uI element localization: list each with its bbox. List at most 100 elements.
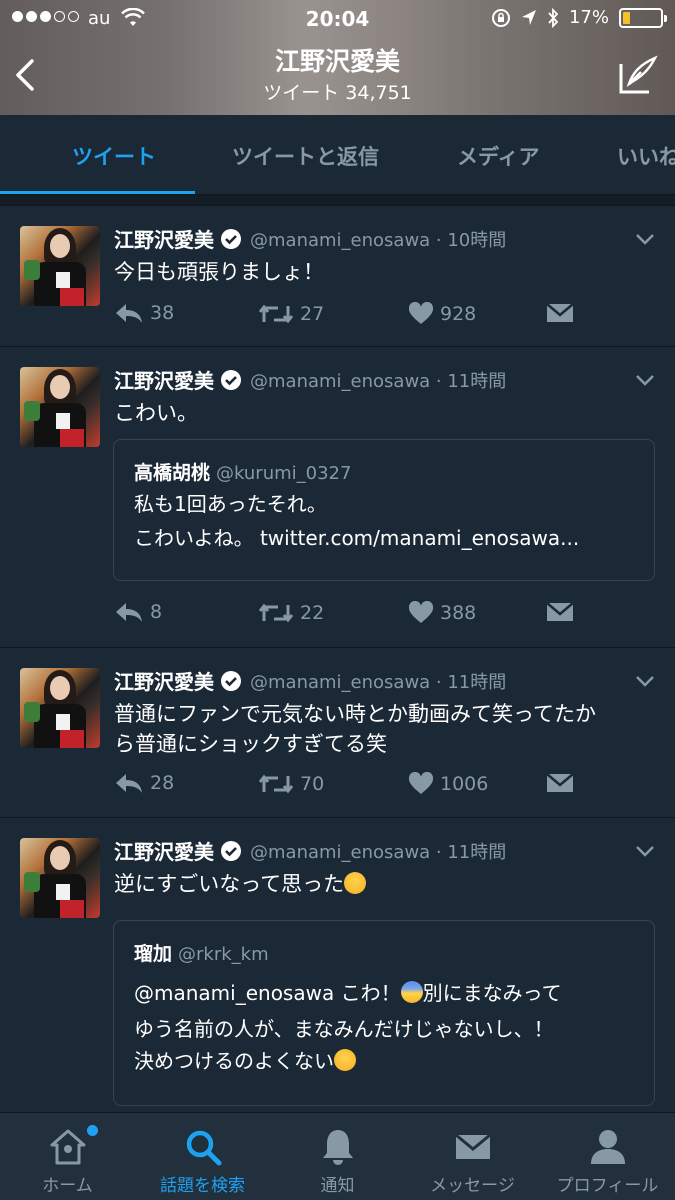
tweet-count: ツイート 34,751 (263, 82, 412, 104)
direct-message-button[interactable] (546, 772, 574, 794)
retweet-button[interactable]: 27 (258, 302, 324, 326)
tweet-actions: 38 27 928 (114, 302, 584, 332)
avatar[interactable] (20, 668, 100, 748)
reply-icon (116, 774, 142, 793)
avatar[interactable] (20, 367, 100, 447)
like-button[interactable]: 928 (408, 302, 476, 326)
tweet[interactable]: 江野沢愛美 @manami_enosawa · 10時間 今日も頑張りましょ！ … (0, 205, 675, 346)
direct-message-button[interactable] (546, 601, 574, 623)
retweet-count: 27 (300, 303, 325, 325)
quoted-author-name: 瑠加 (134, 943, 173, 965)
like-count: 1006 (440, 773, 489, 795)
tweet-author-name[interactable]: 江野沢愛美 (114, 365, 214, 394)
direct-message-button[interactable] (546, 302, 574, 324)
reply-icon (116, 304, 142, 323)
tweet-text: こわい。 (114, 401, 198, 425)
reply-count: 38 (150, 302, 175, 324)
retweet-button[interactable]: 70 (258, 772, 324, 796)
envelope-icon (546, 602, 574, 621)
bottom-tab-bar: ホーム 話題を検索 通知 メッセージ プロフィール (0, 1112, 675, 1200)
like-button[interactable]: 388 (408, 601, 476, 625)
tweet[interactable]: 江野沢愛美 @manami_enosawa · 11時間 逆にすごいなって思った… (0, 817, 675, 1112)
avatar[interactable] (20, 838, 100, 918)
quoted-handle: @kurumi_0327 (216, 463, 352, 484)
quoted-text-line: こわいよね。 twitter.com/manami_enosawa... (134, 526, 580, 550)
retweet-button[interactable]: 22 (258, 601, 324, 625)
like-count: 928 (440, 303, 477, 325)
tab-notifications[interactable]: 通知 (270, 1113, 405, 1200)
verified-badge-icon (221, 369, 241, 390)
battery-percent: 17% (568, 7, 609, 28)
reply-icon (116, 603, 142, 622)
reply-button[interactable]: 8 (114, 601, 162, 623)
tweet-text-line: 普通にファンで元気ない時とか動画みて笑ってたか (114, 702, 596, 726)
reply-count: 8 (150, 601, 163, 623)
tweet-handle-time: @manami_enosawa · 10時間 (250, 229, 507, 251)
tweet-handle-time: @manami_enosawa · 11時間 (250, 671, 507, 693)
tab-messages[interactable]: メッセージ (405, 1113, 540, 1200)
tab-tweets[interactable]: ツイート (72, 141, 156, 171)
tab-home[interactable]: ホーム (0, 1113, 135, 1200)
tweet-text: 逆にすごいなって思った (114, 872, 345, 896)
tab-messages-label: メッセージ (430, 1176, 515, 1196)
chevron-down-icon[interactable] (635, 232, 655, 246)
verified-badge-icon (221, 670, 241, 691)
chevron-down-icon[interactable] (635, 844, 655, 858)
heart-icon (408, 601, 434, 623)
fearful-face-icon (400, 981, 423, 1003)
retweet-icon (258, 603, 294, 623)
like-count: 388 (440, 602, 477, 624)
tab-profile-label: プロフィール (556, 1176, 659, 1196)
profile-icon (590, 1130, 625, 1164)
tweet-author-name[interactable]: 江野沢愛美 (114, 224, 214, 253)
tab-media[interactable]: メディア (457, 141, 540, 171)
battery-icon (619, 7, 667, 28)
heart-icon (408, 302, 434, 324)
compose-tweet-icon[interactable] (617, 54, 659, 96)
quoted-text-line: 決めつけるのよくない (134, 1049, 334, 1073)
tweet-text-line: ら普通にショックすぎてる笑 (114, 732, 387, 756)
status-bar: au 20:04 17% (0, 0, 675, 38)
tab-notifications-label: 通知 (320, 1176, 355, 1196)
avatar[interactable] (20, 226, 100, 306)
tweet-author-name[interactable]: 江野沢愛美 (114, 666, 214, 695)
tab-likes[interactable]: いいね (617, 141, 675, 171)
verified-badge-icon (221, 840, 241, 861)
tweet-author-name[interactable]: 江野沢愛美 (114, 836, 214, 865)
quoted-text-line: ゆう名前の人が、まなみんだけじゃないし、！ (134, 1017, 554, 1041)
quoted-text-line: 別にまなみって (422, 981, 562, 1005)
tab-tweets-and-replies[interactable]: ツイートと返信 (232, 141, 379, 171)
profile-tabs: ツイート ツイートと返信 メディア いいね (0, 115, 675, 195)
tweet[interactable]: 江野沢愛美 @manami_enosawa · 11時間 こわい。 高橋胡桃 @k… (0, 346, 675, 647)
reply-button[interactable]: 38 (114, 302, 174, 324)
tab-search[interactable]: 話題を検索 (135, 1113, 270, 1200)
chevron-down-icon[interactable] (635, 674, 655, 688)
rotation-lock-icon (491, 8, 510, 27)
quoted-text-line: 私も1回あったそれ。 (134, 492, 327, 516)
tweet-text: 今日も頑張りましょ！ (114, 260, 324, 284)
profile-header: au 20:04 17% 江野沢愛美 ツイート 34,751 (0, 0, 675, 115)
quoted-tweet[interactable]: 瑠加 @rkrk_km @manami_enosawa こわ！ 別にまなみって ゆう… (113, 920, 655, 1106)
like-button[interactable]: 1006 (408, 772, 488, 796)
search-icon (186, 1130, 221, 1166)
quoted-text-line: @manami_enosawa こわ！ (134, 981, 401, 1005)
chevron-down-icon[interactable] (635, 373, 655, 387)
bell-icon (322, 1130, 353, 1165)
disappointed-face-icon (334, 1049, 356, 1071)
tweet[interactable]: 江野沢愛美 @manami_enosawa · 11時間 普通にファンで元気ない… (0, 647, 675, 817)
tweet-actions: 28 70 1006 (114, 772, 584, 802)
page-title: 江野沢愛美 (274, 47, 400, 76)
quoted-tweet[interactable]: 高橋胡桃 @kurumi_0327 私も1回あったそれ。 こわいよね。 twitt… (113, 439, 655, 581)
tab-search-label: 話題を検索 (160, 1176, 245, 1196)
quoted-author-name: 高橋胡桃 (134, 462, 211, 484)
retweet-count: 22 (300, 602, 325, 624)
message-icon (454, 1133, 491, 1159)
reply-button[interactable]: 28 (114, 772, 174, 794)
tab-home-label: ホーム (42, 1176, 93, 1196)
tab-profile[interactable]: プロフィール (540, 1113, 675, 1200)
quoted-handle: @rkrk_km (178, 944, 269, 965)
tweet-handle-time: @manami_enosawa · 11時間 (250, 370, 507, 392)
retweet-icon (258, 774, 294, 794)
retweet-count: 70 (300, 773, 325, 795)
verified-badge-icon (221, 228, 241, 249)
